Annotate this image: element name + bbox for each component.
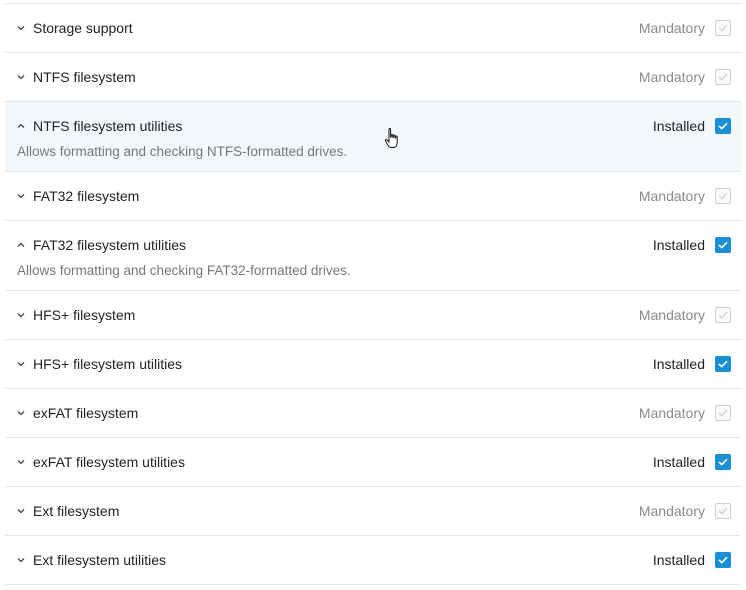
list-item-ntfs-filesystem: NTFS filesystem Mandatory bbox=[5, 53, 741, 102]
install-checkbox[interactable] bbox=[715, 118, 731, 134]
status-text: Mandatory bbox=[638, 307, 705, 323]
chevron-down-icon[interactable] bbox=[17, 24, 25, 32]
list-item-storage-support: Storage support Mandatory bbox=[5, 4, 741, 53]
item-label: FAT32 filesystem utilities bbox=[33, 237, 187, 253]
chevron-down-icon[interactable] bbox=[17, 556, 25, 564]
status-text: Installed bbox=[652, 454, 705, 470]
component-list: Storage support Mandatory NTFS filesyste… bbox=[5, 3, 741, 585]
list-item-header[interactable]: Ext filesystem utilities Installed bbox=[5, 536, 741, 584]
list-item-header[interactable]: NTFS filesystem utilities Installed bbox=[5, 102, 741, 150]
item-label: FAT32 filesystem bbox=[33, 188, 140, 204]
chevron-down-icon[interactable] bbox=[17, 311, 25, 319]
chevron-down-icon[interactable] bbox=[17, 507, 25, 515]
item-label: exFAT filesystem utilities bbox=[33, 454, 185, 470]
chevron-up-icon[interactable] bbox=[17, 241, 25, 249]
checkbox-disabled bbox=[715, 405, 731, 421]
list-item-header[interactable]: Ext filesystem Mandatory bbox=[5, 487, 741, 535]
checkbox-disabled bbox=[715, 503, 731, 519]
status-text: Installed bbox=[652, 237, 705, 253]
item-label: Ext filesystem bbox=[33, 503, 120, 519]
hand-pointer-icon bbox=[384, 127, 398, 148]
checkbox-disabled bbox=[715, 307, 731, 323]
list-item-ext-utilities: Ext filesystem utilities Installed bbox=[5, 536, 741, 585]
list-item-header[interactable]: HFS+ filesystem Mandatory bbox=[5, 291, 741, 339]
list-item-header[interactable]: exFAT filesystem Mandatory bbox=[5, 389, 741, 437]
install-checkbox[interactable] bbox=[715, 237, 731, 253]
status-text: Mandatory bbox=[638, 405, 705, 421]
item-label: NTFS filesystem utilities bbox=[33, 118, 183, 134]
item-label: exFAT filesystem bbox=[33, 405, 139, 421]
list-item-header[interactable]: NTFS filesystem Mandatory bbox=[5, 53, 741, 101]
status-text: Installed bbox=[652, 552, 705, 568]
list-item-header[interactable]: HFS+ filesystem utilities Installed bbox=[5, 340, 741, 388]
status-text: Mandatory bbox=[638, 503, 705, 519]
checkbox-disabled bbox=[715, 20, 731, 36]
list-item-header[interactable]: Storage support Mandatory bbox=[5, 4, 741, 52]
item-label: HFS+ filesystem bbox=[33, 307, 136, 323]
list-item-exfat-filesystem: exFAT filesystem Mandatory bbox=[5, 389, 741, 438]
list-item-header[interactable]: FAT32 filesystem utilities Installed bbox=[5, 221, 741, 269]
checkbox-disabled bbox=[715, 188, 731, 204]
install-checkbox[interactable] bbox=[715, 356, 731, 372]
list-item-fat32-utilities: FAT32 filesystem utilities Installed All… bbox=[5, 221, 741, 291]
status-text: Installed bbox=[652, 356, 705, 372]
install-checkbox[interactable] bbox=[715, 552, 731, 568]
chevron-down-icon[interactable] bbox=[17, 458, 25, 466]
list-item-header[interactable]: exFAT filesystem utilities Installed bbox=[5, 438, 741, 486]
item-label: Storage support bbox=[33, 20, 133, 36]
list-item-ntfs-utilities: NTFS filesystem utilities Installed Allo… bbox=[5, 102, 741, 172]
item-label: HFS+ filesystem utilities bbox=[33, 356, 182, 372]
install-checkbox[interactable] bbox=[715, 454, 731, 470]
chevron-up-icon[interactable] bbox=[17, 122, 25, 130]
list-item-header[interactable]: FAT32 filesystem Mandatory bbox=[5, 172, 741, 220]
status-text: Mandatory bbox=[638, 69, 705, 85]
item-label: Ext filesystem utilities bbox=[33, 552, 167, 568]
list-item-ext-filesystem: Ext filesystem Mandatory bbox=[5, 487, 741, 536]
item-label: NTFS filesystem bbox=[33, 69, 136, 85]
list-item-exfat-utilities: exFAT filesystem utilities Installed bbox=[5, 438, 741, 487]
chevron-down-icon[interactable] bbox=[17, 192, 25, 200]
list-item-fat32-filesystem: FAT32 filesystem Mandatory bbox=[5, 172, 741, 221]
chevron-down-icon[interactable] bbox=[17, 73, 25, 81]
chevron-down-icon[interactable] bbox=[17, 360, 25, 368]
status-text: Installed bbox=[652, 118, 705, 134]
list-item-hfs-filesystem: HFS+ filesystem Mandatory bbox=[5, 291, 741, 340]
status-text: Mandatory bbox=[638, 188, 705, 204]
status-text: Mandatory bbox=[638, 20, 705, 36]
chevron-down-icon[interactable] bbox=[17, 409, 25, 417]
list-item-hfs-utilities: HFS+ filesystem utilities Installed bbox=[5, 340, 741, 389]
checkbox-disabled bbox=[715, 69, 731, 85]
